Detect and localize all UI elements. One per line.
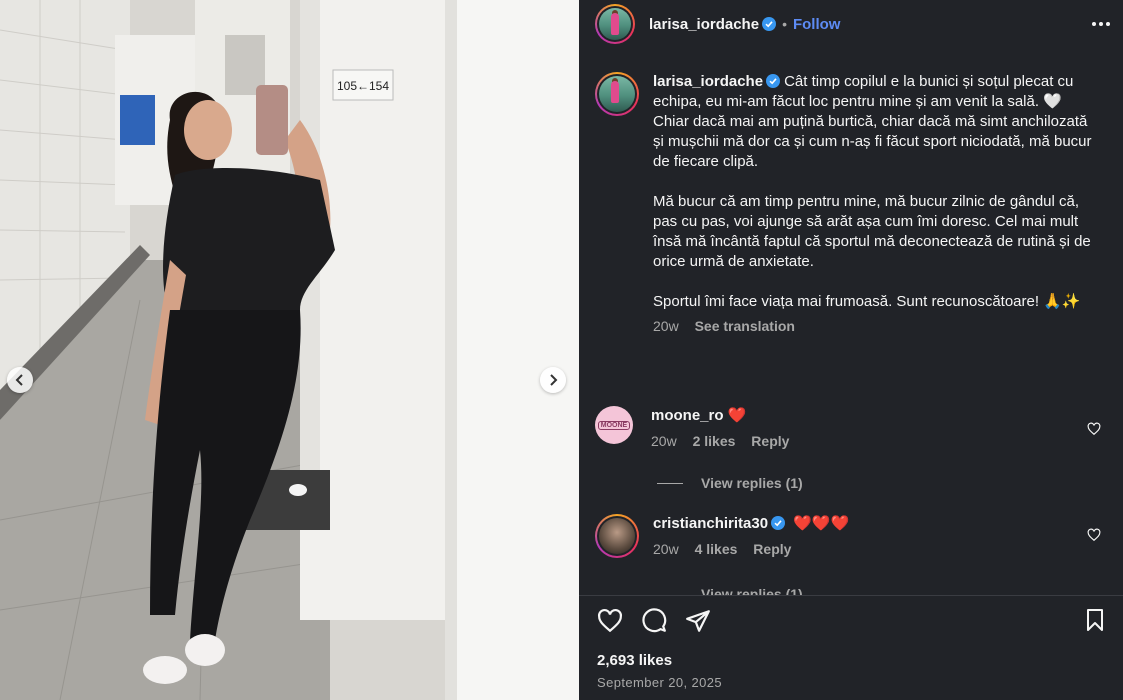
comment-likes[interactable]: 2 likes [693, 433, 736, 449]
comment-bubble-icon[interactable] [641, 608, 667, 634]
post-media[interactable]: 105←154 [0, 0, 579, 700]
view-replies-button[interactable]: View replies (1) [657, 475, 803, 491]
comment-text: ❤️ [727, 407, 747, 424]
carousel-next-button[interactable] [540, 367, 566, 393]
post-actions [597, 608, 711, 634]
comment-avatar[interactable]: MOONE [595, 406, 633, 444]
comment-text: ❤️❤️❤️ [793, 515, 850, 532]
verified-badge-icon [771, 516, 786, 530]
chevron-right-icon [550, 374, 558, 386]
share-paper-plane-icon[interactable] [685, 608, 711, 634]
caption-text-block: larisa_iordache Cât timp copilul e la bun… [653, 72, 1099, 312]
moone-logo: MOONE [597, 420, 631, 430]
comments-scroll-area[interactable]: larisa_iordache Cât timp copilul e la bun… [579, 48, 1123, 595]
caption-author-avatar[interactable] [595, 72, 639, 116]
follow-button[interactable]: Follow [793, 16, 841, 33]
caption: larisa_iordache Cât timp copilul e la bun… [595, 72, 1095, 334]
likes-count[interactable]: 2,693 likes [597, 652, 672, 669]
heart-icon[interactable] [1087, 528, 1101, 542]
comment-item: MOONE moone_ro ❤️ 20w 2 likes Reply [595, 406, 1105, 449]
view-replies-label: View replies (1) [701, 475, 803, 491]
comment-avatar[interactable] [595, 514, 639, 558]
header-separator: • [782, 16, 787, 32]
reply-button[interactable]: Reply [753, 541, 791, 557]
instagram-post: 105←154 larisa_iordache • Follow larisa_… [0, 0, 1123, 700]
see-translation-button[interactable]: See translation [695, 318, 795, 334]
author-avatar[interactable] [595, 4, 635, 44]
more-options-icon[interactable] [1091, 14, 1111, 34]
bookmark-icon[interactable] [1083, 608, 1107, 632]
post-header: larisa_iordache • Follow [579, 0, 1123, 48]
like-heart-icon[interactable] [597, 608, 623, 634]
heart-icon[interactable] [1087, 422, 1101, 436]
chevron-left-icon [15, 374, 23, 386]
view-replies-label: View replies (1) [701, 586, 803, 595]
comment-age: 20w [653, 541, 679, 557]
caption-age: 20w [653, 318, 679, 334]
post-date: September 20, 2025 [597, 675, 723, 690]
comment-username[interactable]: moone_ro [651, 407, 724, 424]
verified-badge-icon [766, 74, 781, 88]
comment-meta: 20w 2 likes Reply [651, 433, 1071, 449]
comment-age: 20w [651, 433, 677, 449]
locker-sign-text: 105←154 [337, 79, 389, 93]
author-username[interactable]: larisa_iordache [649, 16, 759, 33]
caption-meta: 20w See translation [653, 318, 1099, 334]
verified-badge-icon [762, 17, 777, 31]
caption-username[interactable]: larisa_iordache [653, 73, 763, 90]
comment-item: cristianchirita30 ❤️❤️❤️ 20w 4 likes Rep… [595, 514, 1105, 558]
caption-body: Cât timp copilul e la bunici și soțul pl… [653, 73, 1092, 310]
post-photo: 105←154 [0, 0, 579, 700]
view-replies-button[interactable]: View replies (1) [657, 586, 803, 595]
comment-likes[interactable]: 4 likes [695, 541, 738, 557]
comment-meta: 20w 4 likes Reply [653, 541, 1073, 557]
post-side-panel: larisa_iordache • Follow larisa_iordache… [579, 0, 1123, 700]
view-replies-line [657, 482, 683, 484]
carousel-prev-button[interactable] [7, 367, 33, 393]
reply-button[interactable]: Reply [751, 433, 789, 449]
post-footer: 2,693 likes September 20, 2025 [579, 595, 1123, 700]
comment-username[interactable]: cristianchirita30 [653, 515, 768, 532]
